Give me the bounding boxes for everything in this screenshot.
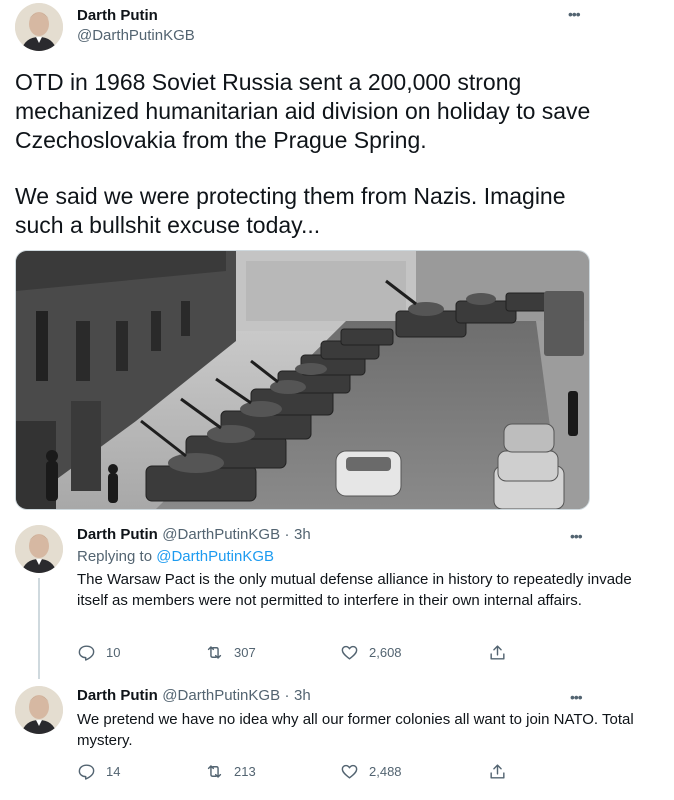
reply-button[interactable]: 10	[77, 643, 120, 662]
more-horizontal-icon[interactable]: •••	[570, 528, 583, 544]
more-horizontal-icon[interactable]: •••	[570, 689, 583, 705]
share-icon	[490, 645, 505, 660]
author-name[interactable]: Darth Putin	[77, 7, 158, 24]
reply-text: We pretend we have no idea why all our f…	[77, 711, 634, 749]
retweet-button[interactable]: 307	[205, 643, 256, 662]
like-count: 2,608	[369, 645, 402, 660]
like-button[interactable]: 2,608	[340, 643, 402, 662]
reply-header: Darth Putin @DarthPutinKGB · 3h	[77, 687, 311, 705]
retweet-icon	[207, 765, 222, 778]
retweet-count: 307	[234, 645, 256, 660]
replying-to-handle[interactable]: @DarthPutinKGB	[156, 548, 274, 565]
retweet-button[interactable]: 213	[205, 762, 256, 781]
retweet-count: 213	[234, 764, 256, 779]
reply-author-name[interactable]: Darth Putin	[77, 526, 158, 543]
heart-icon	[341, 645, 358, 660]
reply-count: 14	[106, 764, 121, 779]
reply-text: The Warsaw Pact is the only mutual defen…	[77, 571, 632, 609]
reply-avatar[interactable]	[15, 686, 63, 734]
retweet-icon	[207, 646, 222, 659]
reply-author-handle[interactable]: @DarthPutinKGB	[162, 526, 280, 543]
reply-icon	[78, 764, 95, 780]
tweet-text-paragraph-2: We said we were protecting them from Naz…	[15, 183, 566, 238]
heart-icon	[341, 764, 358, 779]
reply-avatar[interactable]	[15, 525, 63, 573]
separator-dot: ·	[284, 526, 290, 543]
reply-author-handle[interactable]: @DarthPutinKGB	[162, 687, 280, 704]
more-horizontal-icon[interactable]: •••	[568, 6, 581, 22]
reply-header: Darth Putin @DarthPutinKGB · 3h	[77, 526, 311, 544]
tweet-photo[interactable]	[15, 250, 590, 510]
share-button[interactable]	[488, 762, 517, 781]
author-avatar[interactable]	[15, 3, 63, 51]
like-count: 2,488	[369, 764, 402, 779]
replying-to: Replying to @DarthPutinKGB	[77, 548, 274, 565]
share-icon	[490, 764, 505, 779]
separator-dot: ·	[284, 687, 290, 704]
reply-timestamp[interactable]: 3h	[294, 526, 311, 543]
replying-to-label: Replying to	[77, 548, 153, 565]
reply-timestamp[interactable]: 3h	[294, 687, 311, 704]
thread-line	[38, 578, 40, 679]
reply-icon	[78, 645, 95, 661]
share-button[interactable]	[488, 643, 517, 662]
reply-button[interactable]: 14	[77, 762, 120, 781]
tweet-text-paragraph-1: OTD in 1968 Soviet Russia sent a 200,000…	[15, 69, 591, 153]
like-button[interactable]: 2,488	[340, 762, 402, 781]
author-handle[interactable]: @DarthPutinKGB	[77, 27, 195, 44]
reply-count: 10	[106, 645, 121, 660]
reply-author-name[interactable]: Darth Putin	[77, 687, 158, 704]
